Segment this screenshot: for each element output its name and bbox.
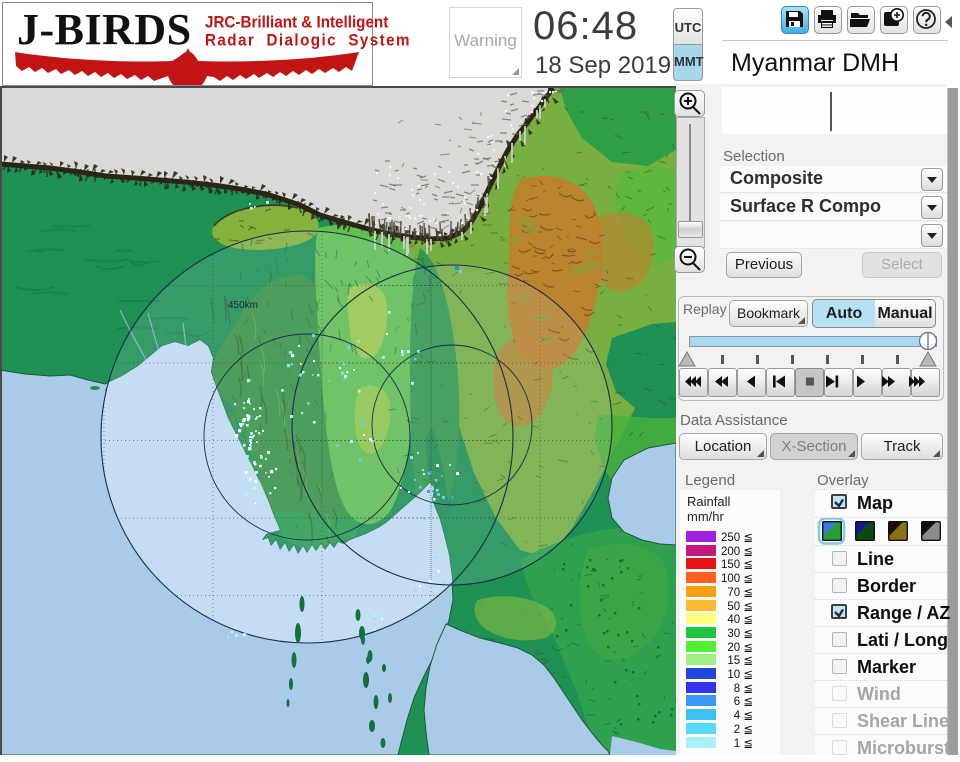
svg-text:450km: 450km <box>228 300 258 311</box>
